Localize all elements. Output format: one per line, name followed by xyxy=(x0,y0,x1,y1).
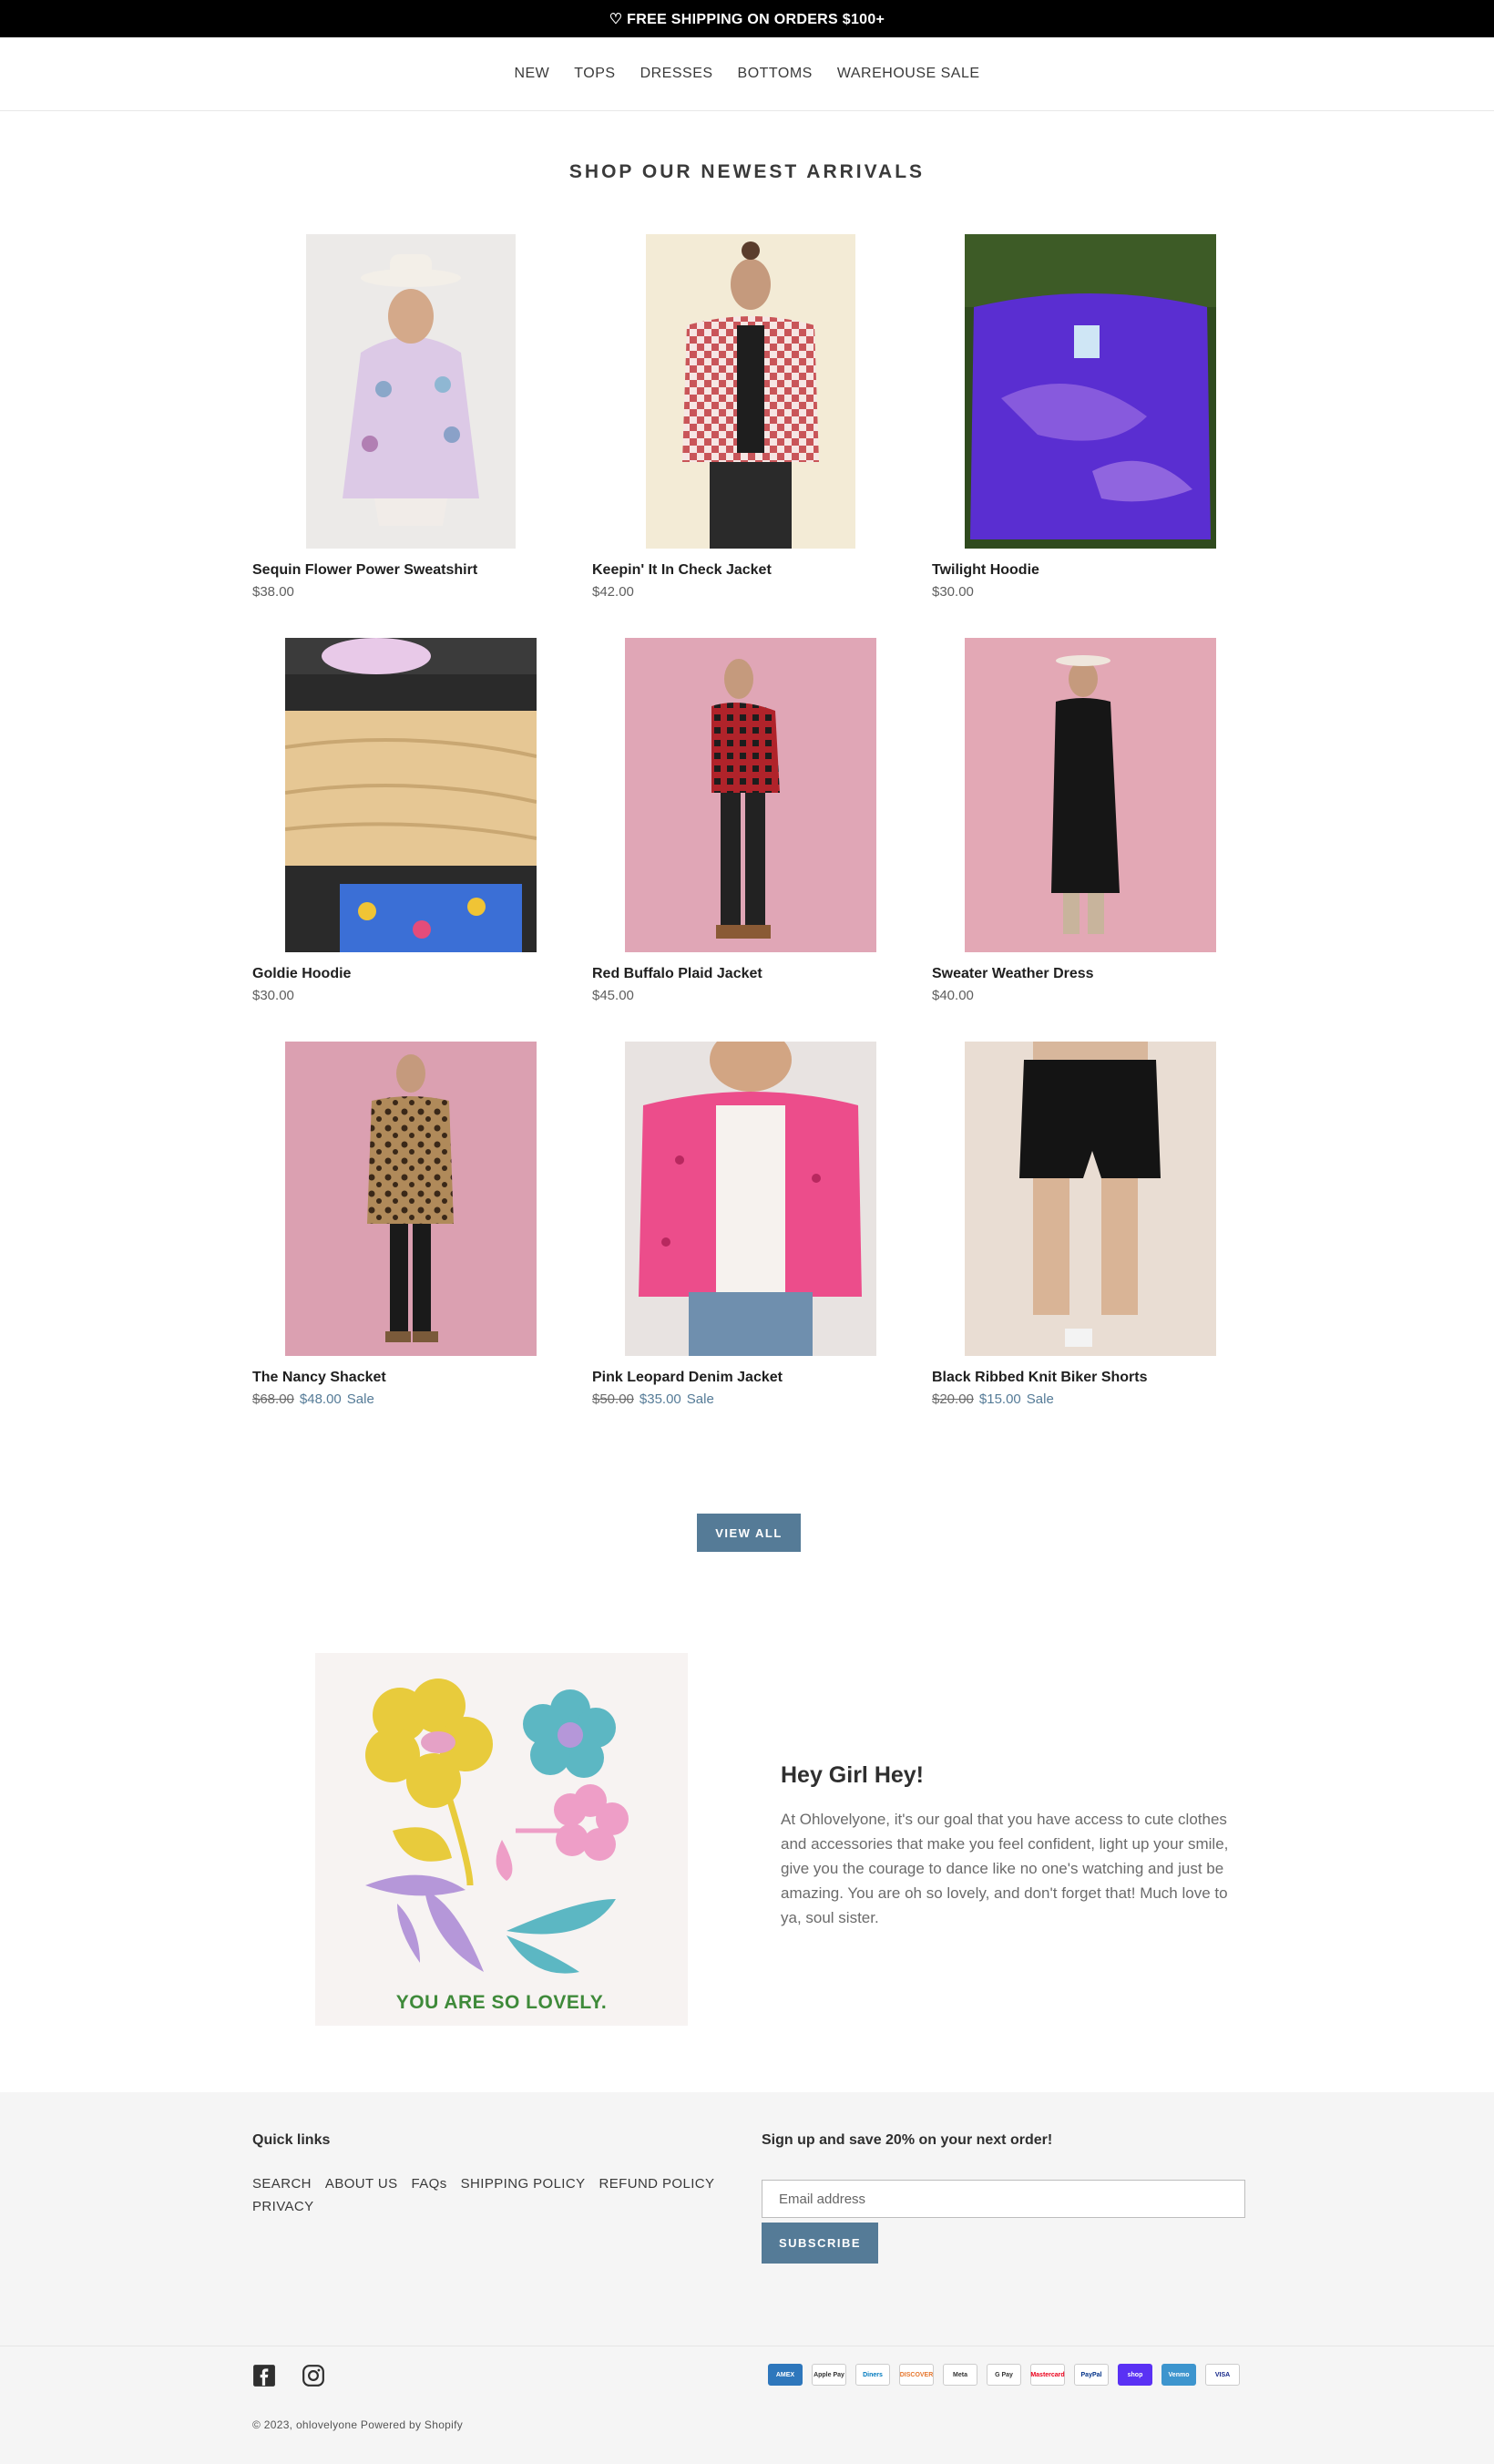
product-price: $40.00 xyxy=(932,988,1249,1003)
product-name[interactable]: Black Ribbed Knit Biker Shorts xyxy=(932,1370,1249,1386)
product-grid: Sequin Flower Power Sweatshirt $38.00 Ke… xyxy=(252,234,1245,1445)
product-price: $68.00 $48.00 Sale xyxy=(252,1391,569,1407)
feature-heading: Hey Girl Hey! xyxy=(781,1762,925,1788)
amex-icon: AMEX xyxy=(768,2364,803,2386)
original-price: $20.00 xyxy=(932,1391,974,1407)
product-price: $30.00 xyxy=(932,584,1249,600)
product-card[interactable]: Pink Leopard Denim Jacket $50.00 $35.00 Sa… xyxy=(592,1042,909,1445)
footer-link-search[interactable]: SEARCH xyxy=(252,2176,312,2192)
mastercard-icon: Mastercard xyxy=(1030,2364,1065,2386)
site-footer: Quick links SEARCH ABOUT US FAQs SHIPPIN… xyxy=(0,2092,1494,2464)
discover-icon: DISCOVER xyxy=(899,2364,934,2386)
paypal-icon: PayPal xyxy=(1074,2364,1109,2386)
copyright: © 2023, ohlovelyone Powered by Shopify xyxy=(252,2418,464,2431)
price: $40.00 xyxy=(932,988,974,1003)
nav-item-tops[interactable]: TOPS xyxy=(574,66,615,82)
section-title: SHOP OUR NEWEST ARRIVALS xyxy=(568,161,926,182)
sale-label: Sale xyxy=(686,1391,714,1407)
product-price: $38.00 xyxy=(252,584,569,600)
original-price: $50.00 xyxy=(592,1391,634,1407)
footer-link-about-us[interactable]: ABOUT US xyxy=(325,2176,398,2192)
feature-image-caption: YOU ARE SO LOVELY. xyxy=(395,1992,608,2013)
product-image[interactable] xyxy=(285,1042,537,1356)
product-image[interactable] xyxy=(625,1042,876,1356)
product-name[interactable]: Pink Leopard Denim Jacket xyxy=(592,1370,909,1386)
announcement-bar: ♡ FREE SHIPPING ON ORDERS $100+ xyxy=(0,0,1494,37)
visa-icon: VISA xyxy=(1205,2364,1240,2386)
price: $30.00 xyxy=(252,988,294,1003)
product-image[interactable] xyxy=(965,1042,1216,1356)
announcement-text: ♡ FREE SHIPPING ON ORDERS $100+ xyxy=(609,11,885,27)
sale-label: Sale xyxy=(1026,1391,1054,1407)
diners-club-icon: Diners xyxy=(855,2364,890,2386)
product-price: $50.00 $35.00 Sale xyxy=(592,1391,909,1407)
instagram-icon[interactable] xyxy=(302,2364,325,2387)
product-card[interactable]: The Nancy Shacket $68.00 $48.00 Sale xyxy=(252,1042,569,1445)
product-image[interactable] xyxy=(285,638,537,952)
feature-body: At Ohlovelyone, it's our goal that you h… xyxy=(781,1811,1229,1926)
footer-link-privacy[interactable]: PRIVACY xyxy=(252,2199,314,2214)
nav-item-bottoms[interactable]: BOTTOMS xyxy=(738,66,813,82)
product-card[interactable]: Red Buffalo Plaid Jacket $45.00 xyxy=(592,638,909,1042)
sale-price: $15.00 xyxy=(978,1391,1021,1407)
product-name[interactable]: Keepin' It In Check Jacket xyxy=(592,562,909,579)
facebook-icon[interactable] xyxy=(252,2364,276,2387)
product-image[interactable] xyxy=(625,638,876,952)
price: $42.00 xyxy=(592,584,634,600)
nav-item-warehouse-sale[interactable]: WAREHOUSE SALE xyxy=(837,66,980,82)
original-price: $68.00 xyxy=(252,1391,294,1407)
subscribe-button[interactable]: SUBSCRIBE xyxy=(762,2223,878,2264)
view-all-button[interactable]: VIEW ALL xyxy=(697,1514,801,1552)
product-name[interactable]: Sweater Weather Dress xyxy=(932,966,1249,982)
product-name[interactable]: Red Buffalo Plaid Jacket xyxy=(592,966,909,982)
main-nav: NEW TOPS DRESSES BOTTOMS WAREHOUSE SALE xyxy=(0,37,1494,111)
sale-price: $35.00 xyxy=(639,1391,681,1407)
product-name[interactable]: Goldie Hoodie xyxy=(252,966,569,982)
email-field[interactable] xyxy=(762,2180,1245,2218)
product-image[interactable] xyxy=(306,234,516,549)
product-image[interactable] xyxy=(646,234,855,549)
meta-pay-icon: Meta xyxy=(943,2364,977,2386)
payment-icons: AMEX Apple Pay Diners DISCOVER Meta G Pa… xyxy=(768,2364,1240,2386)
sale-price: $48.00 xyxy=(299,1391,342,1407)
price: $30.00 xyxy=(932,584,974,600)
product-image[interactable] xyxy=(965,638,1216,952)
price: $38.00 xyxy=(252,584,294,600)
product-name[interactable]: The Nancy Shacket xyxy=(252,1370,569,1386)
product-card[interactable]: Black Ribbed Knit Biker Shorts $20.00 $15… xyxy=(932,1042,1249,1445)
apple-pay-icon: Apple Pay xyxy=(812,2364,846,2386)
product-image[interactable] xyxy=(965,234,1216,549)
product-price: $42.00 xyxy=(592,584,909,600)
product-name[interactable]: Twilight Hoodie xyxy=(932,562,1249,579)
quick-links-title: Quick links xyxy=(252,2132,331,2148)
newsletter-title: Sign up and save 20% on your next order! xyxy=(762,2132,1053,2148)
product-price: $45.00 xyxy=(592,988,909,1003)
feature-text-block: Hey Girl Hey! At Ohlovelyone, it's our g… xyxy=(781,1762,1245,1930)
product-card[interactable]: Keepin' It In Check Jacket $42.00 xyxy=(592,234,909,638)
product-card[interactable]: Goldie Hoodie $30.00 xyxy=(252,638,569,1042)
feature-illustration: YOU ARE SO LOVELY. xyxy=(315,1653,688,2026)
price: $45.00 xyxy=(592,988,634,1003)
product-card[interactable]: Twilight Hoodie $30.00 xyxy=(932,234,1249,638)
product-price: $30.00 xyxy=(252,988,569,1003)
google-pay-icon: G Pay xyxy=(987,2364,1021,2386)
product-price: $20.00 $15.00 Sale xyxy=(932,1391,1249,1407)
footer-link-shipping-policy[interactable]: SHIPPING POLICY xyxy=(461,2176,586,2192)
product-card[interactable]: Sweater Weather Dress $40.00 xyxy=(932,638,1249,1042)
sale-label: Sale xyxy=(346,1391,374,1407)
quick-links: SEARCH ABOUT US FAQs SHIPPING POLICY REF… xyxy=(252,2176,726,2214)
footer-link-refund-policy[interactable]: REFUND POLICY xyxy=(599,2176,715,2192)
nav-item-new[interactable]: NEW xyxy=(514,66,549,82)
product-name[interactable]: Sequin Flower Power Sweatshirt xyxy=(252,562,569,579)
product-card[interactable]: Sequin Flower Power Sweatshirt $38.00 xyxy=(252,234,569,638)
venmo-icon: Venmo xyxy=(1161,2364,1196,2386)
shop-pay-icon: shop xyxy=(1118,2364,1152,2386)
nav-item-dresses[interactable]: DRESSES xyxy=(640,66,713,82)
footer-link-faqs[interactable]: FAQs xyxy=(412,2176,447,2192)
